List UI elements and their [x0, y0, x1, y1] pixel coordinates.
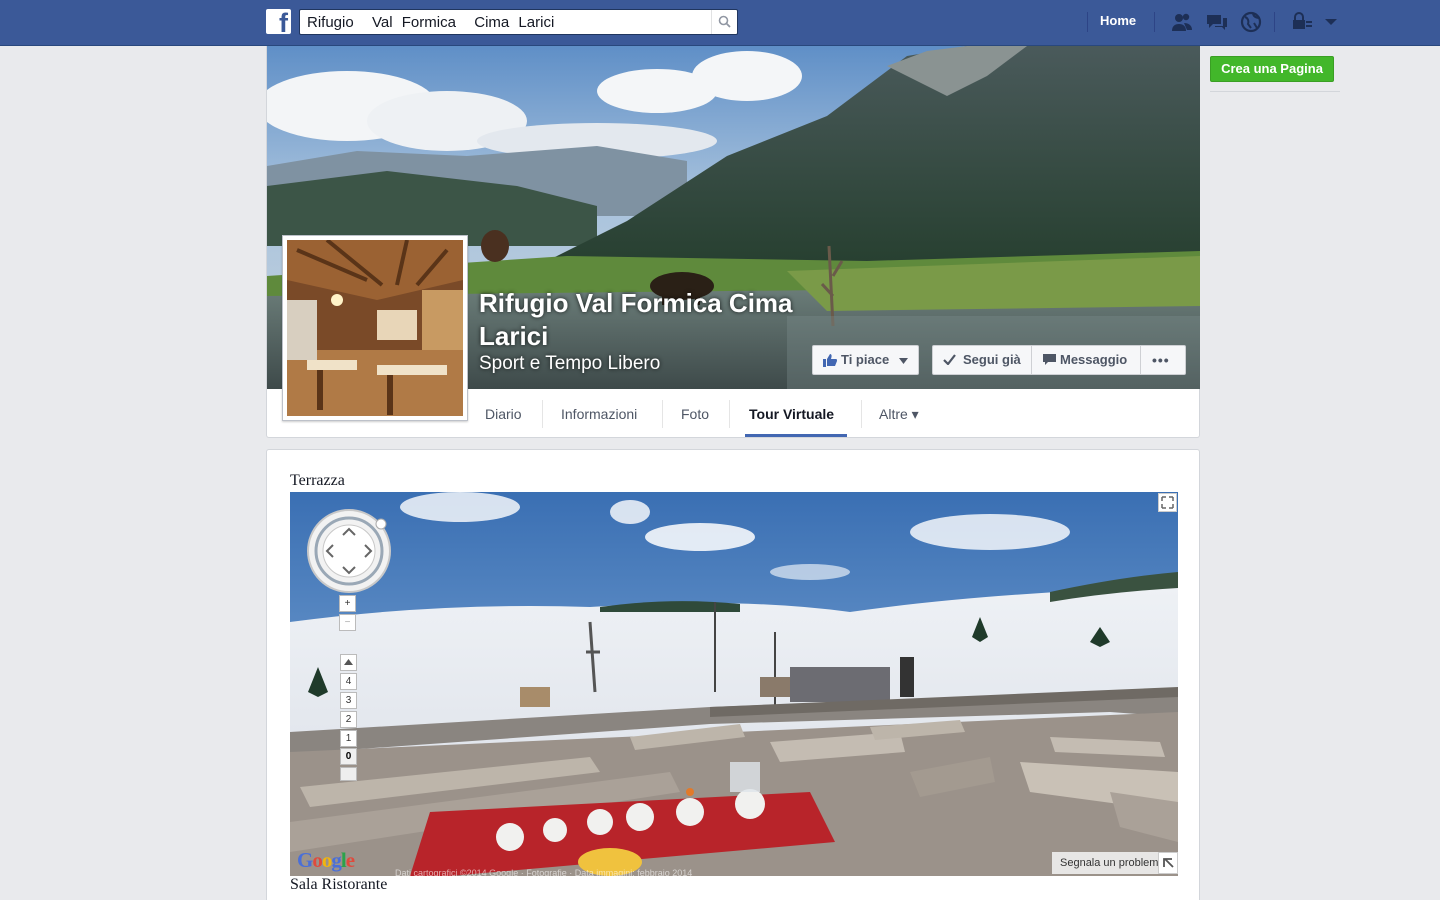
tab-divider — [861, 400, 862, 428]
tab-divider — [729, 400, 730, 428]
pan-control[interactable] — [306, 508, 392, 594]
tab-foto[interactable]: Foto — [681, 390, 709, 437]
search-button[interactable] — [711, 10, 737, 34]
page-category[interactable]: Sport e Tempo Libero — [479, 353, 660, 375]
follow-button[interactable]: Segui già — [943, 346, 1021, 374]
page-title[interactable]: Rifugio Val Formica Cima Larici — [479, 287, 839, 353]
tab-tour-virtuale[interactable]: Tour Virtuale — [749, 390, 834, 437]
tab-divider — [662, 400, 663, 428]
home-link[interactable]: Home — [1100, 13, 1136, 28]
right-column-divider — [1210, 91, 1340, 92]
search-box — [299, 9, 738, 35]
search-input[interactable] — [300, 10, 700, 34]
google-logo[interactable]: Google — [297, 848, 355, 873]
message-button[interactable]: Messaggio — [1043, 346, 1127, 374]
tour-caption-terrazza: Terrazza — [290, 472, 345, 489]
zoom-in-button[interactable]: + — [339, 595, 356, 612]
nav-divider — [1274, 12, 1275, 32]
checkmark-icon — [943, 354, 956, 365]
button-divider — [1140, 346, 1141, 374]
follow-button-label: Segui già — [963, 352, 1021, 367]
create-page-button[interactable]: Crea una Pagina — [1210, 56, 1334, 82]
nav-divider — [1154, 12, 1155, 32]
top-navigation-bar: f Home — [0, 0, 1440, 46]
floor-level-3[interactable]: 3 — [340, 692, 357, 709]
like-button-label: Ti piace — [841, 352, 890, 367]
button-divider — [1031, 346, 1032, 374]
notifications-globe-icon[interactable] — [1239, 11, 1263, 33]
floor-level-2[interactable]: 2 — [340, 711, 357, 728]
caret-down-icon — [899, 358, 908, 364]
thumbs-up-icon — [823, 354, 837, 367]
message-button-label: Messaggio — [1060, 352, 1128, 367]
tab-divider — [542, 400, 543, 428]
messages-icon[interactable] — [1205, 11, 1229, 33]
floor-down-button[interactable] — [340, 767, 357, 781]
account-menu-chevron-icon[interactable] — [1322, 11, 1346, 33]
facebook-logo-icon[interactable]: f — [266, 9, 291, 37]
more-options-button[interactable]: ••• — [1152, 346, 1170, 374]
floor-level-4[interactable]: 4 — [340, 673, 357, 690]
report-problem-link[interactable]: Segnala un problema — [1052, 852, 1158, 874]
fullscreen-button[interactable] — [1158, 493, 1177, 512]
search-icon — [718, 15, 731, 28]
message-bubble-icon — [1043, 354, 1056, 365]
expand-icon — [1161, 496, 1174, 509]
tab-informazioni[interactable]: Informazioni — [561, 390, 637, 437]
tour-caption-sala-ristorante: Sala Ristorante — [290, 876, 388, 893]
active-tab-indicator — [745, 434, 847, 437]
tab-diario[interactable]: Diario — [485, 390, 522, 437]
zoom-out-button[interactable]: − — [339, 614, 356, 631]
nav-divider — [1087, 12, 1088, 32]
chevron-up-icon — [344, 659, 353, 665]
street-view-panorama[interactable] — [290, 492, 1178, 876]
like-button[interactable]: Ti piace — [812, 345, 919, 375]
floor-level-0[interactable]: 0 — [340, 748, 357, 765]
floor-up-button[interactable] — [340, 654, 357, 671]
page-actions-group: Segui già Messaggio ••• — [932, 345, 1186, 375]
arrow-up-left-icon — [1163, 858, 1174, 868]
privacy-lock-icon[interactable] — [1290, 11, 1314, 33]
collapse-corner-button[interactable] — [1158, 852, 1178, 874]
friend-requests-icon[interactable] — [1170, 11, 1194, 33]
map-copyright: Dati cartografici ©2014 Google · Fotogra… — [395, 868, 693, 878]
tab-altre[interactable]: Altre ▾ — [879, 390, 919, 437]
profile-picture[interactable] — [282, 235, 468, 421]
floor-level-1[interactable]: 1 — [340, 730, 357, 747]
